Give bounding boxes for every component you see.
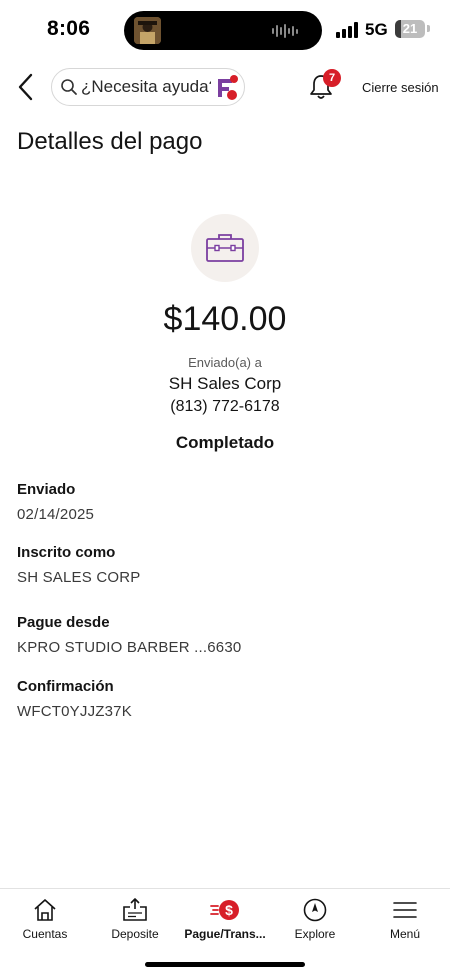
deposit-icon	[123, 898, 147, 921]
status-bar: 8:06 5G 21	[0, 0, 450, 60]
sent-to-label: Enviado(a) a	[188, 355, 262, 370]
pay-from-label: Pague desde	[17, 614, 110, 631]
search-icon	[61, 79, 77, 95]
tab-deposite[interactable]: Deposite	[104, 889, 166, 949]
logout-button[interactable]: Cierre sesión	[362, 80, 439, 95]
back-button[interactable]	[12, 70, 40, 104]
menu-icon	[393, 902, 417, 918]
compass-icon	[303, 898, 327, 922]
tab-label: Deposite	[111, 927, 159, 941]
tab-label: Explore	[294, 927, 336, 941]
battery-level: 21	[402, 21, 418, 36]
status-time: 8:06	[47, 17, 91, 40]
page-title: Detalles del pago	[17, 128, 203, 155]
payment-status: Completado	[175, 433, 275, 452]
confirmation-label: Confirmación	[17, 678, 114, 695]
sent-date-value: 02/14/2025	[17, 506, 95, 523]
briefcase-icon	[206, 234, 244, 262]
enrolled-as-value: SH SALES CORP	[17, 569, 141, 586]
tab-label: Cuentas	[22, 927, 68, 941]
network-type: 5G	[365, 20, 388, 39]
tab-label: Pague/Trans...	[184, 927, 266, 941]
tab-menu[interactable]: Menú	[374, 889, 436, 949]
dynamic-island[interactable]	[124, 11, 322, 50]
help-search-button[interactable]: ¿Necesita ayuda?	[51, 68, 245, 106]
sent-date-label: Enviado	[17, 481, 76, 498]
payee-name: SH Sales Corp	[168, 374, 282, 393]
help-search-label: ¿Necesita ayuda?	[81, 77, 219, 96]
enrolled-as-label: Inscrito como	[17, 544, 116, 561]
fargo-assistant-icon[interactable]	[210, 73, 240, 103]
cellular-signal-icon	[336, 22, 358, 38]
tab-cuentas[interactable]: Cuentas	[14, 889, 76, 949]
chevron-left-icon	[18, 73, 33, 101]
pay-transfer-icon: $	[210, 900, 239, 920]
pay-from-value: KPRO STUDIO BARBER ...6630	[17, 639, 242, 656]
tab-explore[interactable]: Explore	[284, 889, 346, 949]
payment-amount: $140.00	[163, 300, 287, 338]
battery-icon: 21	[395, 20, 425, 38]
notification-count-badge: 7	[323, 69, 341, 87]
audio-wave-icon	[272, 23, 298, 39]
home-icon	[34, 899, 56, 921]
confirmation-value: WFCT0YJJZ37K	[17, 703, 132, 720]
battery-cap	[427, 25, 430, 32]
tab-label: Menú	[389, 927, 421, 941]
now-playing-thumbnail	[134, 17, 161, 44]
home-indicator[interactable]	[145, 962, 305, 967]
svg-text:$: $	[225, 902, 233, 918]
payee-phone: (813) 772-6178	[170, 398, 280, 415]
tab-pague-transfiera[interactable]: $ Pague/Trans...	[180, 889, 270, 949]
battery-fill	[395, 20, 402, 38]
payee-avatar	[191, 214, 259, 282]
